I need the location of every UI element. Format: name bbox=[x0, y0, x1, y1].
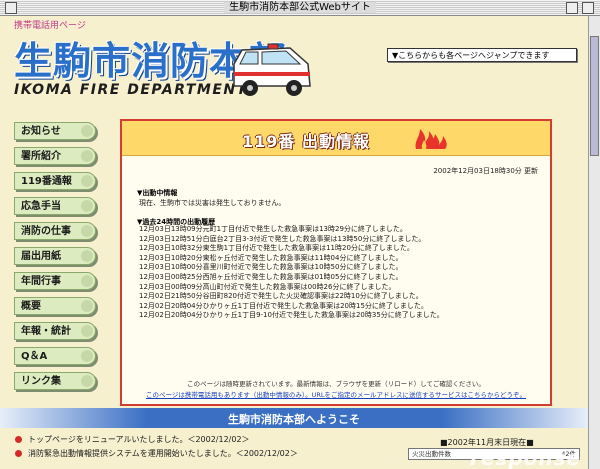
news-item[interactable]: 消防緊急出動情報提供システムを運用開始いたしました。＜2002/12/02＞ bbox=[15, 448, 298, 459]
count-row-label: 火災出動件数 bbox=[412, 450, 451, 458]
site-header: 携帯電話用ページ 生駒市消防本部 IKOMA FIRE DEPARTMENT ▼… bbox=[0, 16, 588, 104]
dispatch-info-panel: 119番 出動情報 2002年12月03日18時30分 更新 ▼出動中情報 現在… bbox=[120, 119, 552, 406]
scrollbar-thumb[interactable] bbox=[590, 36, 599, 156]
history-entry: 12月03日13時09分元町1丁目付近で発生した救急事案は13時29分に終了しま… bbox=[139, 225, 407, 233]
nav-item-news[interactable]: お知らせ bbox=[14, 122, 96, 140]
nav-item-statistics[interactable]: 年報・統計 bbox=[14, 322, 96, 340]
mobile-mail-link[interactable]: このページは携帯電話用もあります（出動中情報のみ）。URLをご指定のメールアドレ… bbox=[122, 389, 550, 399]
nav-item-first-aid[interactable]: 応急手当 bbox=[14, 197, 96, 215]
red-bullet-icon bbox=[15, 436, 22, 443]
panel-banner: 119番 出動情報 bbox=[122, 121, 550, 156]
reload-note: このページは随時更新されています。最新情報は、ブラウザを更新（リロード）してご確… bbox=[187, 380, 485, 388]
nav-item-fire-work[interactable]: 消防の仕事 bbox=[14, 222, 96, 240]
history-entry: 12月03日10時00分喜里川町付近で発生した救急事案は10時50分に終了しまし… bbox=[139, 263, 403, 272]
watermark: response bbox=[470, 446, 582, 469]
zoom-box-icon[interactable] bbox=[566, 2, 578, 14]
nav-item-qa[interactable]: Q＆A bbox=[14, 347, 96, 365]
history-entry: 12月03日12時51分白庭台2丁目3-3付近で発生した救急事案は13時50分に… bbox=[139, 234, 426, 243]
history-entry: 12月03日10時20分東松ヶ丘付近で発生した救急事案は11時04分に終了しまし… bbox=[139, 253, 403, 262]
nav-item-119-call[interactable]: 119番通報 bbox=[14, 172, 96, 190]
update-timestamp: 2002年12月03日18時30分 更新 bbox=[433, 167, 538, 175]
page-content: 携帯電話用ページ 生駒市消防本部 IKOMA FIRE DEPARTMENT ▼… bbox=[0, 16, 588, 469]
welcome-text: 生駒市消防本部へようこそ bbox=[228, 413, 360, 426]
nav-item-forms[interactable]: 届出用紙 bbox=[14, 247, 96, 265]
red-bullet-icon bbox=[15, 450, 22, 457]
news-item[interactable]: トップページをリニューアルいたしました。＜2002/12/02＞ bbox=[15, 434, 250, 445]
window-title: 生駒市消防本部公式Webサイト bbox=[0, 1, 600, 15]
dispatch-history-list: 12月03日13時09分元町1丁目付近で発生した救急事案は13時29分に終了しま… bbox=[139, 225, 444, 321]
nav-item-links[interactable]: リンク集 bbox=[14, 372, 96, 390]
nav-item-overview[interactable]: 概要 bbox=[14, 297, 96, 315]
site-logo-english: IKOMA FIRE DEPARTMENT bbox=[14, 82, 248, 98]
news-item-text: 消防緊急出動情報提供システムを運用開始いたしました。＜2002/12/02＞ bbox=[28, 449, 298, 458]
history-entry: 12月02日20時04分ひかりヶ丘1丁目9-10付近で発生した救急事案は20時3… bbox=[139, 311, 444, 320]
history-entry: 12月02日20時04分ひかりヶ丘1丁目付近で発生した救急事案は20時15分に終… bbox=[139, 301, 428, 310]
history-entry: 12月02日21時50分谷田町820付近で発生した火災確認事案は22時10分に終… bbox=[139, 292, 423, 301]
news-item-text: トップページをリニューアルいたしました。＜2002/12/02＞ bbox=[28, 435, 250, 444]
current-dispatch-heading: ▼出動中情報 bbox=[137, 189, 178, 197]
panel-title: 119番 出動情報 bbox=[242, 132, 370, 151]
collapse-box-icon[interactable] bbox=[582, 2, 594, 14]
window-titlebar[interactable]: 生駒市消防本部公式Webサイト bbox=[0, 0, 600, 16]
sidebar-nav: お知らせ 署所紹介 119番通報 応急手当 消防の仕事 届出用紙 年間行事 概要… bbox=[14, 122, 98, 397]
history-entry: 12月03日00時09分高山町付近で発生した救急事案は00時26分に終了しました… bbox=[139, 282, 396, 291]
nav-item-events[interactable]: 年間行事 bbox=[14, 272, 96, 290]
welcome-banner: 生駒市消防本部へようこそ bbox=[0, 408, 588, 428]
ambulance-icon bbox=[233, 43, 311, 96]
history-entry: 12月03日10時32分東生駒1丁目付近で発生した救急事案は11時20分に終了し… bbox=[139, 244, 414, 253]
vertical-scrollbar[interactable] bbox=[588, 16, 600, 469]
history-entry: 12月03日00時25分西旭ヶ丘付近で発生した救急事案は01時05分に終了しまし… bbox=[139, 272, 403, 281]
flame-icon bbox=[415, 129, 447, 149]
current-dispatch-status: 現在、生駒市では災害は発生しておりません。 bbox=[139, 199, 286, 207]
page-jump-select[interactable]: ▼こちらからも各ページへジャンプできます bbox=[387, 48, 577, 62]
nav-item-stations[interactable]: 署所紹介 bbox=[14, 147, 96, 165]
